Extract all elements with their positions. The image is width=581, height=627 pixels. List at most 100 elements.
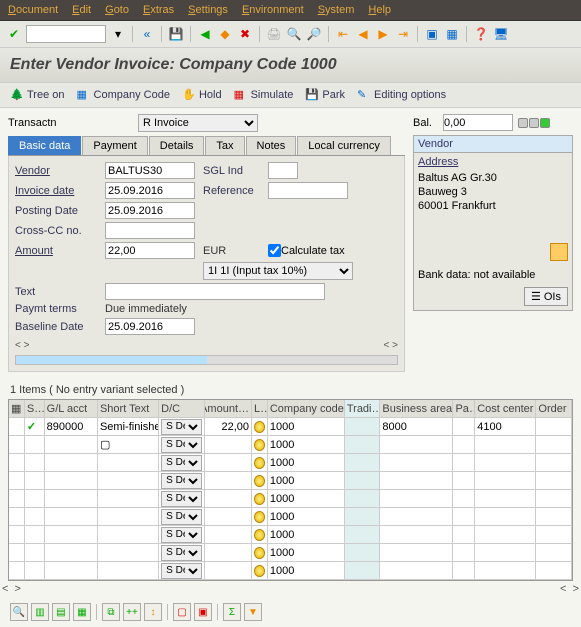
table-row[interactable]: S De…	[9, 508, 572, 526]
menu-goto[interactable]: Goto	[105, 4, 129, 16]
menu-edit[interactable]: Edit	[72, 4, 91, 16]
gl-account-field[interactable]	[47, 545, 95, 560]
debit-credit-select[interactable]: S De…	[161, 491, 201, 507]
tab-local-currency[interactable]: Local currency	[297, 136, 391, 155]
find-icon[interactable]: 🔍	[286, 26, 302, 42]
col-config-icon[interactable]: ▦	[9, 400, 25, 417]
posting-date-field[interactable]	[105, 202, 195, 219]
debit-credit-select[interactable]: S De…	[161, 509, 201, 525]
gl-account-field[interactable]	[47, 419, 95, 434]
tax-code-select[interactable]: 1I 1I (Input tax 10%)	[203, 262, 353, 280]
lightbulb-icon[interactable]	[254, 421, 265, 433]
amount-label[interactable]: Amount	[15, 245, 105, 257]
expand-icon[interactable]: ▢	[173, 603, 191, 621]
debit-credit-select[interactable]: S De…	[161, 563, 201, 579]
col-cost-center[interactable]: Cost center	[475, 400, 536, 417]
tab-basic-data[interactable]: Basic data	[8, 136, 81, 155]
customize-icon[interactable]: 🖥	[493, 26, 509, 42]
help-icon[interactable]: ❓	[473, 26, 489, 42]
lightbulb-icon[interactable]	[254, 511, 265, 523]
vendor-field[interactable]	[105, 162, 195, 179]
menu-document[interactable]: Document	[8, 4, 58, 16]
text-field[interactable]	[105, 283, 325, 300]
back-green-icon[interactable]: ◀	[197, 26, 213, 42]
transaction-select[interactable]: R Invoice	[138, 114, 258, 132]
prev-page-icon[interactable]: ◀	[355, 26, 371, 42]
debit-credit-select[interactable]: S De…	[161, 545, 201, 561]
filter-icon[interactable]: 🔍	[10, 603, 28, 621]
scroll-left-icon[interactable]: < >	[15, 340, 29, 351]
table-row[interactable]: ✓Semi-finishe…S De…22,0080004100	[9, 418, 572, 436]
company-code-field[interactable]	[270, 473, 342, 488]
table-row[interactable]: S De…	[9, 472, 572, 490]
lightbulb-icon[interactable]	[254, 529, 265, 541]
find-next-icon[interactable]: 🔎	[306, 26, 322, 42]
col-amount[interactable]: Amount…	[205, 400, 252, 417]
gl-account-field[interactable]	[47, 491, 95, 506]
first-page-icon[interactable]: ⇤	[335, 26, 351, 42]
enter-icon[interactable]: ✔	[6, 26, 22, 42]
gl-account-field[interactable]	[47, 563, 95, 578]
hold-button[interactable]: ✋Hold	[182, 88, 222, 102]
amount-field[interactable]	[105, 242, 195, 259]
scroll-right-icon[interactable]: < >	[384, 340, 398, 351]
layout-icon[interactable]: ▦	[444, 26, 460, 42]
tab-details[interactable]: Details	[149, 136, 205, 155]
ois-button[interactable]: ☰OIs	[524, 287, 568, 306]
company-code-field[interactable]	[270, 455, 342, 470]
editing-options-button[interactable]: ✎Editing options	[357, 88, 446, 102]
company-code-field[interactable]	[270, 437, 342, 452]
vendor-label[interactable]: Vendor	[15, 165, 105, 177]
menu-system[interactable]: System	[318, 4, 355, 16]
col-short-text[interactable]: Short Text	[98, 400, 159, 417]
col-line-type[interactable]: L…	[252, 400, 268, 417]
table-row[interactable]: S De…	[9, 544, 572, 562]
save-icon[interactable]: 💾	[168, 26, 184, 42]
company-code-field[interactable]	[270, 509, 342, 524]
table-row[interactable]: S De…	[9, 454, 572, 472]
add-rows-icon[interactable]: ++	[123, 603, 141, 621]
duplicate-icon[interactable]: ⧉	[102, 603, 120, 621]
company-code-field[interactable]	[270, 491, 342, 506]
invoice-date-field[interactable]	[105, 182, 195, 199]
tree-on-button[interactable]: 🌲Tree on	[10, 88, 65, 102]
cross-cc-field[interactable]	[105, 222, 195, 239]
reference-field[interactable]	[268, 182, 348, 199]
debit-credit-select[interactable]: S De…	[161, 419, 201, 435]
new-session-icon[interactable]: ▣	[424, 26, 440, 42]
command-field[interactable]	[26, 25, 106, 43]
copy-row-icon[interactable]: ▦	[73, 603, 91, 621]
sgl-field[interactable]	[268, 162, 298, 179]
lightbulb-icon[interactable]	[254, 439, 265, 451]
back-icon[interactable]: «	[139, 26, 155, 42]
lightbulb-icon[interactable]	[254, 547, 265, 559]
gl-account-field[interactable]	[47, 455, 95, 470]
menu-help[interactable]: Help	[368, 4, 391, 16]
lightbulb-icon[interactable]	[254, 493, 265, 505]
lightbulb-icon[interactable]	[254, 457, 265, 469]
debit-credit-select[interactable]: S De…	[161, 527, 201, 543]
invoice-date-label[interactable]: Invoice date	[15, 185, 105, 197]
sort-icon[interactable]: ↕	[144, 603, 162, 621]
table-row[interactable]: S De…	[9, 562, 572, 580]
col-status[interactable]: S…	[25, 400, 45, 417]
menu-settings[interactable]: Settings	[188, 4, 228, 16]
tab-payment[interactable]: Payment	[82, 136, 147, 155]
table-row[interactable]: ▢S De…	[9, 436, 572, 454]
park-button[interactable]: 💾Park	[305, 88, 345, 102]
tab-tax[interactable]: Tax	[205, 136, 244, 155]
grid-horizontal-scroll[interactable]: < > < >	[0, 581, 581, 597]
f4-icon[interactable]: ▢	[100, 438, 110, 451]
company-code-field[interactable]	[270, 545, 342, 560]
col-partner[interactable]: Pa…	[453, 400, 475, 417]
dropdown-icon[interactable]: ▾	[110, 26, 126, 42]
exit-icon[interactable]: ◆	[217, 26, 233, 42]
last-page-icon[interactable]: ⇥	[395, 26, 411, 42]
debit-credit-select[interactable]: S De…	[161, 455, 201, 471]
table-row[interactable]: S De…	[9, 526, 572, 544]
col-business-area[interactable]: Business area	[380, 400, 453, 417]
col-debit-credit[interactable]: D/C	[159, 400, 204, 417]
company-code-field[interactable]	[270, 527, 342, 542]
subtotal-icon[interactable]: ▼	[244, 603, 262, 621]
table-row[interactable]: S De…	[9, 490, 572, 508]
